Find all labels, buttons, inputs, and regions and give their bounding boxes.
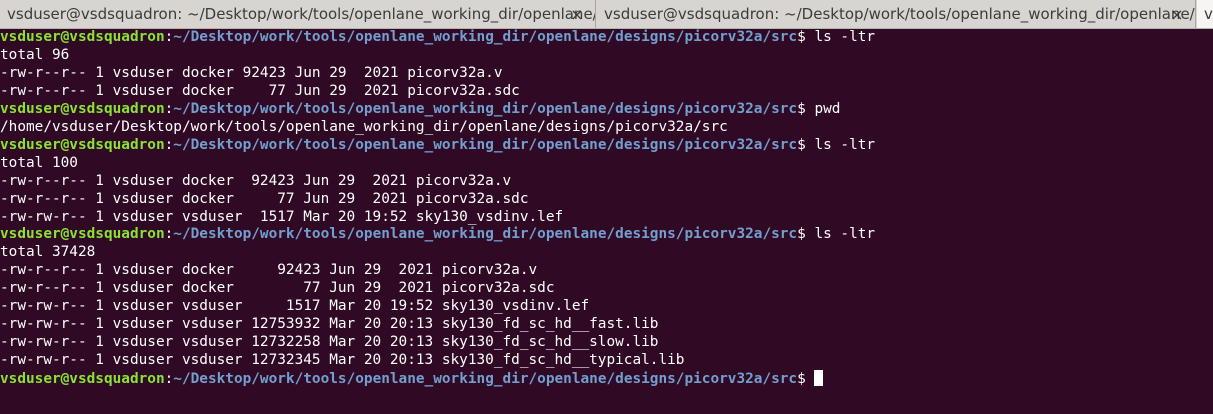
- output-line: total 37428: [0, 244, 96, 261]
- prompt-path: ~/Desktop/work/tools/openlane_working_di…: [173, 371, 798, 388]
- tab-title: vsduser@vsdsquadron: ~/Desktop/work/tool…: [7, 5, 596, 23]
- prompt-path: ~/Desktop/work/tools/openlane_working_di…: [173, 29, 798, 45]
- output-line: /home/vsduser/Desktop/work/tools/openlan…: [0, 118, 728, 135]
- output-line: -rw-r--r-- 1 vsduser docker 92423 Jun 29…: [0, 172, 512, 189]
- prompt-dollar: $: [797, 136, 806, 153]
- close-icon[interactable]: ×: [1170, 0, 1184, 28]
- prompt-path: ~/Desktop/work/tools/openlane_working_di…: [173, 226, 798, 243]
- prompt-line: vsduser@vsdsquadron:~/Desktop/work/tools…: [0, 226, 1213, 244]
- prompt-separator: :: [164, 29, 174, 45]
- close-icon[interactable]: ×: [570, 0, 584, 28]
- prompt-dollar: $: [797, 371, 806, 388]
- output-line: -rw-r--r-- 1 vsduser docker 77 Jun 29 20…: [0, 82, 520, 99]
- tab-bar: vsduser@vsdsquadron: ~/Desktop/work/tool…: [0, 0, 1213, 29]
- terminal-output[interactable]: vsduser@vsdsquadron:~/Desktop/work/tools…: [0, 29, 1213, 414]
- prompt-separator: :: [164, 226, 174, 243]
- output-line: -rw-rw-r-- 1 vsduser vsduser 12753932 Ma…: [0, 316, 659, 333]
- prompt-user: vsduser@vsdsquadron: [0, 226, 165, 243]
- output-line: -rw-r--r-- 1 vsduser docker 77 Jun 29 20…: [0, 190, 529, 207]
- output-line: -rw-rw-r-- 1 vsduser vsduser 12732258 Ma…: [0, 334, 659, 351]
- prompt-separator: :: [164, 100, 174, 117]
- output-line: -rw-r--r-- 1 vsduser docker 77 Jun 29 20…: [0, 280, 555, 297]
- command-text: ls -ltr: [805, 29, 876, 45]
- command-text: [806, 371, 815, 387]
- prompt-dollar: $: [797, 100, 806, 117]
- prompt-line: vsduser@vsdsquadron:~/Desktop/work/tools…: [0, 29, 1213, 47]
- prompt-separator: :: [164, 371, 174, 388]
- prompt-user: vsduser@vsdsquadron: [0, 371, 165, 388]
- prompt-line: vsduser@vsdsquadron:~/Desktop/work/tools…: [0, 370, 1213, 388]
- prompt-path: ~/Desktop/work/tools/openlane_working_di…: [173, 136, 798, 153]
- prompt-separator: :: [164, 136, 174, 153]
- output-line: -rw-rw-r-- 1 vsduser vsduser 12732345 Ma…: [0, 352, 685, 369]
- prompt-dollar: $: [797, 29, 806, 45]
- prompt-line: vsduser@vsdsquadron:~/Desktop/work/tools…: [0, 137, 1213, 155]
- prompt-user: vsduser@vsdsquadron: [0, 29, 165, 45]
- prompt-line: vsduser@vsdsquadron:~/Desktop/work/tools…: [0, 101, 1213, 119]
- output-line: total 96: [0, 46, 70, 63]
- terminal-tab-3-active[interactable]: v: [1197, 0, 1213, 28]
- text-cursor: [814, 370, 824, 387]
- prompt-user: vsduser@vsdsquadron: [0, 100, 165, 117]
- prompt-dollar: $: [797, 226, 806, 243]
- command-text: pwd: [805, 100, 841, 117]
- prompt-path: ~/Desktop/work/tools/openlane_working_di…: [173, 100, 798, 117]
- output-line: -rw-r--r-- 1 vsduser docker 92423 Jun 29…: [0, 64, 503, 81]
- command-text: ls -ltr: [805, 136, 876, 153]
- output-line: total 100: [0, 154, 78, 171]
- prompt-user: vsduser@vsdsquadron: [0, 136, 165, 153]
- tab-title: v: [1204, 5, 1213, 23]
- output-line: -rw-rw-r-- 1 vsduser vsduser 1517 Mar 20…: [0, 208, 564, 225]
- tab-title: vsduser@vsdsquadron: ~/Desktop/work/tool…: [604, 5, 1196, 23]
- output-line: -rw-rw-r-- 1 vsduser vsduser 1517 Mar 20…: [0, 298, 590, 315]
- command-text: ls -ltr: [805, 226, 876, 243]
- output-line: -rw-r--r-- 1 vsduser docker 92423 Jun 29…: [0, 262, 538, 279]
- terminal-tab-1[interactable]: vsduser@vsdsquadron: ~/Desktop/work/tool…: [0, 0, 596, 28]
- terminal-tab-2[interactable]: vsduser@vsdsquadron: ~/Desktop/work/tool…: [597, 0, 1196, 28]
